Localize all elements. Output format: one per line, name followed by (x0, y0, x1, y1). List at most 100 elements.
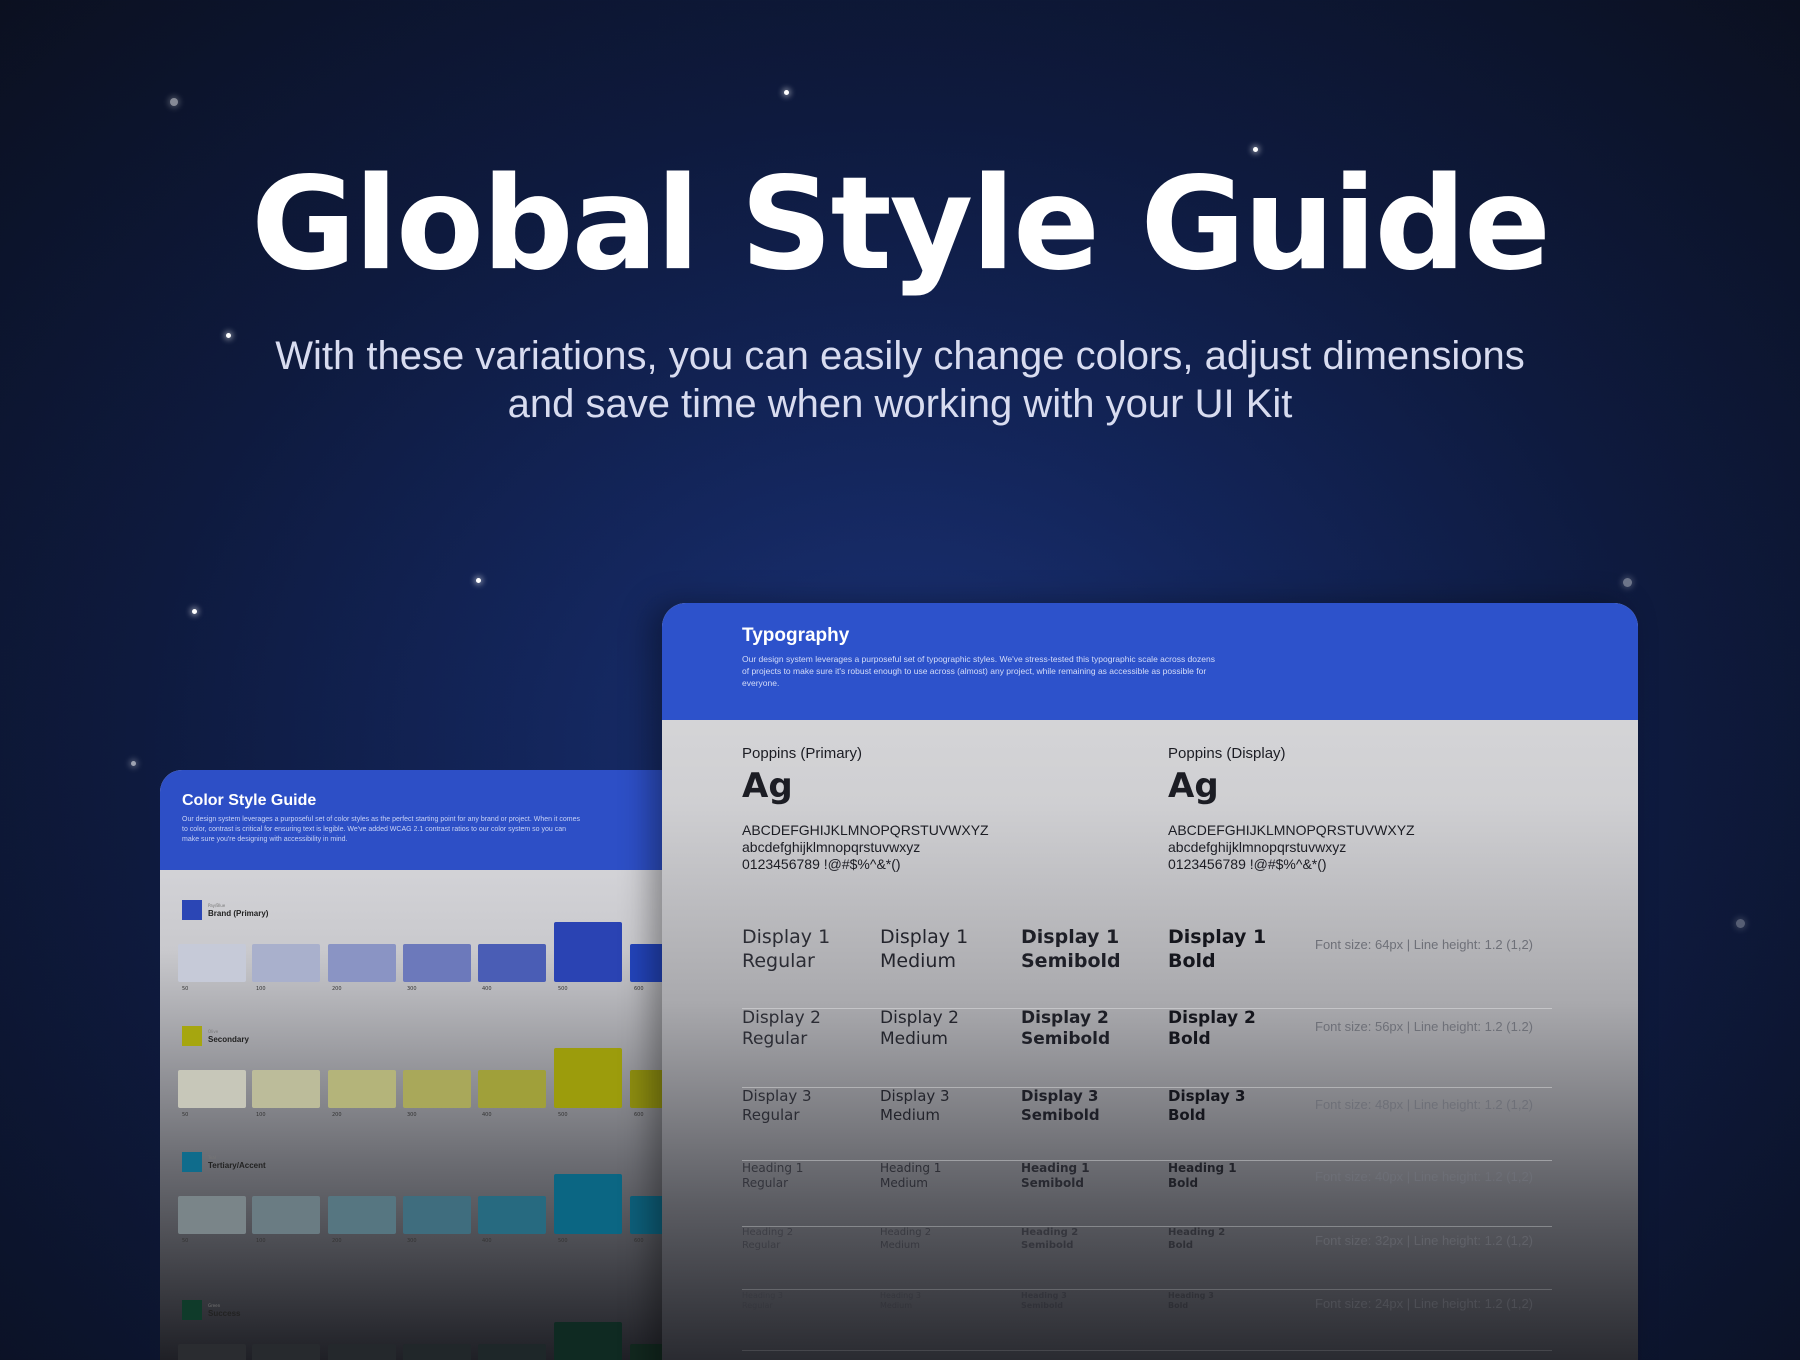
type-sample: Display 1 Regular (742, 925, 830, 973)
type-weight-name: Medium (880, 1106, 940, 1124)
star (131, 761, 136, 766)
color-palette: Olive Secondary 50 100 200 300 400 500 600 (178, 1026, 680, 1118)
type-sample: Display 3 Bold (1168, 1087, 1246, 1125)
color-swatch (478, 1070, 546, 1108)
swatch-label: 300 (407, 1238, 417, 1244)
type-weight-name: Bold (1168, 1176, 1199, 1190)
type-weight-name: Semibold (1021, 1176, 1084, 1190)
swatch-row: 50 100 200 300 400 500 600 (178, 1038, 680, 1128)
color-swatch (328, 944, 396, 982)
swatch-label: 200 (332, 986, 342, 992)
digits-set: 0123456789 !@#$%^&*() (1168, 856, 1327, 872)
type-style-name: Heading 3 (1168, 1291, 1214, 1300)
swatch-label: 100 (256, 1112, 266, 1118)
lowercase-set: abcdefghijklmnopqrstuvwxyz (1168, 839, 1347, 855)
color-swatch (554, 922, 622, 982)
color-swatch (554, 1174, 622, 1234)
type-sample: Heading 2 Regular (742, 1226, 793, 1252)
type-style-name: Display 3 (880, 1087, 950, 1105)
character-set: ABCDEFGHIJKLMNOPQRSTUVWXYZ abcdefghijklm… (742, 822, 989, 873)
typography-card-header: Typography Our design system leverages a… (662, 603, 1638, 720)
type-sample: Display 2 Semibold (1021, 1008, 1110, 1050)
type-sample: Heading 1 Semibold (1021, 1161, 1090, 1191)
font-sample: Ag (742, 766, 793, 806)
font-specimen-display: Poppins (Display) Ag ABCDEFGHIJKLMNOPQRS… (1168, 745, 1415, 873)
swatch-label: 200 (332, 1112, 342, 1118)
color-swatch (403, 1070, 471, 1108)
type-style-name: Heading 3 (1021, 1291, 1067, 1300)
type-spec: Font size: 48px | Line height: 1.2 (1,2) (1315, 1097, 1534, 1112)
swatch-label: 50 (182, 986, 189, 992)
swatch-label: 200 (332, 1238, 342, 1244)
type-weight-name: Semibold (1021, 1240, 1074, 1251)
type-weight-name: Semibold (1021, 1301, 1063, 1310)
type-weight-name: Bold (1168, 1106, 1206, 1124)
color-palette: Pay/Blue Brand (Primary) 50 100 200 300 400 500… (178, 900, 680, 992)
font-name: Poppins (Primary) (742, 745, 863, 762)
subtitle-line: With these variations, you can easily ch… (275, 334, 1525, 378)
type-style-name: Heading 1 (742, 1161, 804, 1175)
type-spec: Font size: 24px | Line height: 1.2 (1,2) (1315, 1296, 1534, 1311)
swatch-label: 500 (558, 1238, 568, 1244)
page-subtitle: With these variations, you can easily ch… (0, 332, 1800, 428)
page-title: Global Style Guide (251, 150, 1551, 299)
type-weight-name: Bold (1168, 1240, 1194, 1251)
swatch-label: 300 (407, 1112, 417, 1118)
color-card-title: Color Style Guide (182, 792, 317, 809)
type-style-name: Display 1 (742, 926, 831, 948)
type-style-name: Display 2 (1021, 1008, 1109, 1028)
typography-card-description: Our design system leverages a purposeful… (742, 654, 1215, 688)
swatch-label: 600 (634, 1112, 644, 1118)
swatch-label: 600 (634, 986, 644, 992)
color-swatch (478, 1196, 546, 1234)
type-style-name: Display 3 (1168, 1087, 1246, 1105)
type-style-name: Heading 2 (742, 1227, 794, 1238)
type-sample: Display 2 Regular (742, 1008, 821, 1050)
swatch-label: 400 (482, 1238, 492, 1244)
color-swatch (178, 944, 246, 982)
type-style-name: Heading 3 (742, 1291, 783, 1300)
typography-card: Typography Our design system leverages a… (662, 603, 1638, 1360)
color-swatch (252, 1344, 320, 1360)
color-swatch (328, 1196, 396, 1234)
type-weight-name: Medium (880, 1240, 920, 1251)
color-swatch (252, 1070, 320, 1108)
color-swatch (252, 944, 320, 982)
font-sample: Ag (1168, 766, 1219, 806)
type-sample: Heading 2 Medium (880, 1226, 931, 1252)
type-sample: Display 1 Semibold (1021, 925, 1121, 973)
character-set: ABCDEFGHIJKLMNOPQRSTUVWXYZ abcdefghijklm… (1168, 822, 1415, 873)
type-weight-name: Bold (1168, 1301, 1189, 1310)
type-style-name: Heading 1 (880, 1161, 942, 1175)
type-sample: Display 1 Bold (1168, 925, 1266, 973)
type-style-name: Display 1 (1021, 926, 1120, 948)
uppercase-set: ABCDEFGHIJKLMNOPQRSTUVWXYZ (1168, 822, 1415, 838)
subtitle-line: and save time when working with your UI … (507, 382, 1293, 426)
color-swatch (328, 1344, 396, 1360)
type-sample: Heading 1 Medium (880, 1161, 941, 1191)
type-weight-name: Regular (742, 1176, 789, 1190)
type-style-name: Heading 2 (1168, 1227, 1226, 1238)
type-style-name: Display 1 (1168, 926, 1267, 948)
type-weight-name: Bold (1168, 1029, 1211, 1049)
type-weight-name: Regular (742, 1029, 808, 1049)
type-style-name: Display 2 (1168, 1008, 1256, 1028)
color-card-description: Our design system leverages a purposeful… (182, 816, 581, 843)
type-sample: Heading 2 Semibold (1021, 1226, 1078, 1252)
swatch-label: 400 (482, 1112, 492, 1118)
swatch-label: 50 (182, 1238, 189, 1244)
swatch-label: 500 (558, 1112, 568, 1118)
color-swatch (403, 944, 471, 982)
type-sample: Heading 3 Semibold (1021, 1291, 1067, 1311)
color-swatch (478, 1344, 546, 1360)
swatch-label: 400 (482, 986, 492, 992)
star (170, 98, 178, 106)
star (1736, 919, 1745, 928)
type-weight-name: Regular (742, 950, 815, 972)
swatch-label: 600 (634, 1238, 644, 1244)
lowercase-set: abcdefghijklmnopqrstuvwxyz (742, 839, 921, 855)
type-style-name: Display 3 (742, 1087, 812, 1105)
type-weight-name: Medium (880, 1301, 912, 1310)
type-sample: Display 1 Medium (880, 925, 968, 973)
color-card-header: Color Style Guide Our design system leve… (160, 770, 680, 870)
